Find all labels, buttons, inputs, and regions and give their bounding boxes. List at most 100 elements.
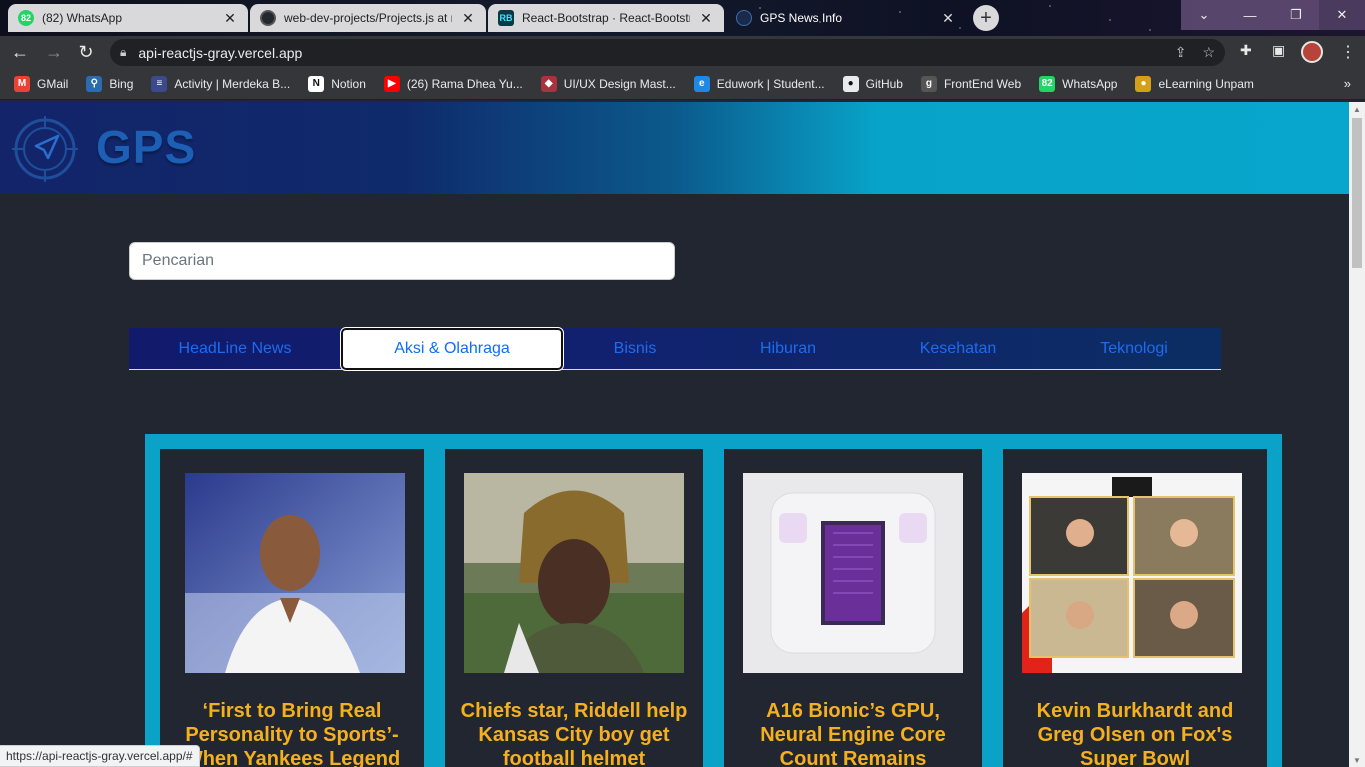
tab-kesehatan[interactable]: Kesehatan [869, 328, 1047, 370]
bookmark-item[interactable]: g FrontEnd Web [920, 75, 1022, 92]
bookmark-item[interactable]: ⚲ Bing [86, 75, 134, 92]
browser-tab-title: React-Bootstrap · React-Bootstra [522, 11, 690, 25]
news-title[interactable]: ‘First to Bring Real Personality to Spor… [172, 699, 412, 767]
news-image[interactable] [464, 473, 684, 673]
browser-tab-title: (82) WhatsApp [42, 11, 123, 25]
window-controls: ⌄ — ❐ ✕ [1181, 0, 1365, 30]
minimize-button[interactable]: — [1227, 0, 1273, 30]
bookmark-label: Bing [109, 76, 134, 91]
new-tab-button[interactable]: + [973, 5, 999, 31]
github-icon [260, 10, 276, 26]
tab-hiburan[interactable]: Hiburan [707, 328, 869, 370]
share-icon[interactable]: ⇪ [1175, 44, 1187, 61]
gmail-icon: M [14, 75, 30, 92]
frontend-icon: g [920, 75, 937, 92]
scroll-down-icon[interactable]: ▼ [1353, 756, 1361, 765]
news-title[interactable]: Chiefs star, Riddell help Kansas City bo… [457, 699, 691, 767]
tab-aksi-olahraga[interactable]: Aksi & Olahraga [340, 326, 564, 371]
link-status-bar: https://api-reactjs-gray.vercel.app/# [0, 745, 200, 767]
bookmark-label: FrontEnd Web [943, 76, 1022, 91]
browser-toolbar: ← → ↻ 🔒︎ api-reactjs-gray.vercel.app ⇪ ☆… [0, 36, 1365, 68]
bookmark-item[interactable]: ▶ (26) Rama Dhea Yu... [383, 75, 523, 92]
news-image[interactable] [1022, 473, 1242, 673]
browser-tab-title: web-dev-projects/Projects.js at m [284, 11, 452, 25]
page-viewport: GPS HeadLine News Aksi & Olahraga Bisnis… [0, 102, 1349, 767]
bookmark-item[interactable]: ◆ UI/UX Design Mast... [540, 75, 676, 92]
news-title[interactable]: Kevin Burkhardt and Greg Olsen on Fox's … [1015, 699, 1255, 767]
browser-menu-icon[interactable]: ⋮ [1340, 42, 1356, 62]
youtube-icon: ▶ [383, 75, 400, 92]
forward-arrow-icon[interactable]: → [42, 40, 66, 64]
restore-button[interactable]: ❐ [1273, 0, 1319, 30]
bookmark-label: UI/UX Design Mast... [563, 76, 676, 91]
close-tab-icon[interactable]: ✕ [222, 10, 238, 27]
extensions-puzzle-icon[interactable]: ✚ [1240, 42, 1252, 59]
compass-logo-icon[interactable] [12, 116, 78, 182]
address-url[interactable]: api-reactjs-gray.vercel.app [138, 45, 302, 61]
elearning-icon: ● [1135, 75, 1152, 92]
bookmark-item[interactable]: ● GitHub [842, 75, 903, 92]
whatsapp-icon: 82 [18, 10, 34, 26]
github-icon: ● [842, 75, 859, 92]
page-scrollbar[interactable]: ▲ ▼ [1349, 102, 1365, 767]
tab-bisnis[interactable]: Bisnis [563, 328, 707, 370]
bookmark-label: Notion [331, 76, 366, 91]
bookmarks-overflow-icon[interactable]: » [1344, 76, 1351, 91]
browser-tab-github[interactable]: web-dev-projects/Projects.js at m ✕ [250, 4, 486, 32]
bookmark-label: GitHub [865, 76, 903, 91]
category-tabs: HeadLine News Aksi & Olahraga Bisnis Hib… [129, 326, 1221, 371]
browser-tab-react-bootstrap[interactable]: RB React-Bootstrap · React-Bootstra ✕ [488, 4, 724, 32]
bookmark-item[interactable]: M GMail [14, 75, 68, 92]
bookmark-label: Activity | Merdeka B... [174, 76, 291, 91]
bookmark-label: (26) Rama Dhea Yu... [406, 76, 523, 91]
news-card[interactable]: ‘First to Bring Real Personality to Spor… [160, 449, 424, 767]
side-panel-icon[interactable]: ▣ [1272, 42, 1285, 59]
react-bootstrap-icon: RB [498, 10, 514, 26]
udemy-icon: ◆ [540, 75, 557, 92]
search-input[interactable] [129, 242, 675, 280]
news-title[interactable]: A16 Bionic’s GPU, Neural Engine Core Cou… [736, 699, 970, 767]
chevron-down-icon[interactable]: ⌄ [1181, 0, 1227, 30]
notion-icon: N [308, 75, 325, 92]
close-window-button[interactable]: ✕ [1319, 0, 1365, 30]
bookmark-label: eLearning Unpam [1158, 76, 1254, 91]
browser-tab-title: GPS News Info [760, 11, 843, 25]
bookmark-label: Eduwork | Student... [716, 76, 825, 91]
bookmark-item[interactable]: e Eduwork | Student... [693, 75, 825, 92]
bookmark-item[interactable]: N Notion [308, 75, 366, 92]
lock-icon[interactable]: 🔒︎ [120, 45, 126, 60]
news-image[interactable] [743, 473, 963, 673]
reload-icon[interactable]: ↻ [74, 40, 98, 64]
profile-avatar[interactable] [1301, 41, 1323, 63]
news-card-grid: ‘First to Bring Real Personality to Spor… [145, 434, 1282, 767]
news-card[interactable]: Kevin Burkhardt and Greg Olsen on Fox's … [1003, 449, 1267, 767]
close-tab-icon[interactable]: ✕ [940, 10, 956, 27]
site-logo-text[interactable]: GPS [96, 120, 196, 174]
bookmark-item[interactable]: ● eLearning Unpam [1135, 75, 1254, 92]
bing-search-icon: ⚲ [86, 75, 103, 92]
tab-teknologi[interactable]: Teknologi [1047, 328, 1221, 370]
scrollbar-thumb[interactable] [1352, 118, 1362, 268]
close-tab-icon[interactable]: ✕ [460, 10, 476, 27]
news-card[interactable]: Chiefs star, Riddell help Kansas City bo… [445, 449, 703, 767]
gps-logo-icon [736, 10, 752, 26]
back-arrow-icon[interactable]: ← [8, 40, 32, 64]
tab-headline-news[interactable]: HeadLine News [129, 328, 341, 370]
bookmark-label: WhatsApp [1062, 76, 1118, 91]
close-tab-icon[interactable]: ✕ [698, 10, 714, 27]
news-image[interactable] [185, 473, 405, 673]
browser-tab-whatsapp[interactable]: 82 (82) WhatsApp ✕ [8, 4, 248, 32]
whatsapp-icon: 82 [1039, 75, 1056, 92]
bookmark-star-icon[interactable]: ☆ [1202, 44, 1215, 61]
address-bar[interactable]: 🔒︎ api-reactjs-gray.vercel.app ⇪ ☆ [110, 39, 1225, 66]
bookmark-item[interactable]: ≡ Activity | Merdeka B... [151, 75, 291, 92]
site-header: GPS [0, 102, 1349, 194]
bookmarks-bar: M GMail ⚲ Bing ≡ Activity | Merdeka B... N Noti… [0, 68, 1365, 100]
browser-tab-strip: 82 (82) WhatsApp ✕ web-dev-projects/Proj… [0, 0, 1365, 36]
bookmark-item[interactable]: 82 WhatsApp [1039, 75, 1118, 92]
scroll-up-icon[interactable]: ▲ [1353, 105, 1361, 114]
browser-tab-gps-news[interactable]: GPS News Info ✕ [726, 4, 966, 32]
merdeka-icon: ≡ [151, 75, 168, 92]
eduwork-icon: e [693, 75, 710, 92]
news-card[interactable]: A16 Bionic’s GPU, Neural Engine Core Cou… [724, 449, 982, 767]
